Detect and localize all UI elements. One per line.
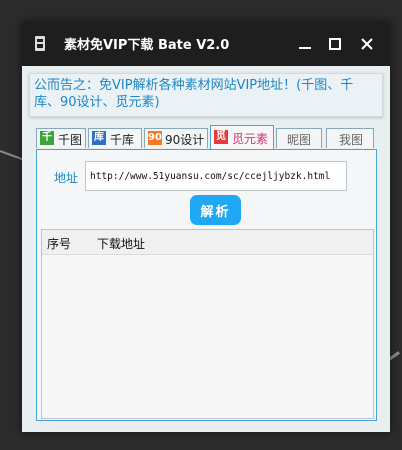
tab-label: 千图 — [58, 133, 83, 147]
tab-label: 千库 — [110, 133, 135, 147]
tab-qiantu[interactable]: 千 千图 — [36, 128, 86, 148]
tab-wotu[interactable]: 我图 — [326, 128, 374, 148]
list-header: 序号 下载地址 — [42, 230, 373, 255]
maximize-icon — [329, 38, 341, 50]
tab-90sheji[interactable]: 90 90设计 — [144, 128, 208, 148]
address-label: 地址 — [54, 171, 79, 185]
90sheji-icon: 90 — [148, 131, 162, 145]
notice-banner: 公而告之：免VIP解析各种素材网站VIP地址！(千图、千库、90设计、觅元素) — [29, 73, 383, 117]
close-icon — [361, 38, 373, 50]
column-header-index[interactable]: 序号 — [47, 235, 71, 252]
miyuansu-icon: 觅 — [214, 130, 228, 144]
app-icon — [35, 36, 45, 51]
address-input[interactable] — [85, 161, 347, 191]
parse-button[interactable]: 解析 — [190, 195, 241, 225]
qianku-icon: 库 — [92, 131, 106, 145]
tab-label: 90设计 — [165, 133, 205, 147]
tab-panel: 地址 解析 序号 下载地址 — [36, 149, 377, 421]
tab-nitu[interactable]: 昵图 — [276, 128, 322, 148]
tab-label: 我图 — [339, 133, 364, 147]
title-bar[interactable]: 素材免VIP下载 Bate V2.0 — [22, 22, 390, 66]
tab-label: 昵图 — [287, 133, 312, 147]
minimize-icon — [299, 47, 311, 49]
download-list[interactable]: 序号 下载地址 — [41, 229, 374, 419]
column-header-url[interactable]: 下载地址 — [97, 235, 145, 252]
window-title: 素材免VIP下载 Bate V2.0 — [64, 38, 230, 53]
tab-label: 觅元素 — [232, 132, 269, 146]
maximize-button[interactable] — [320, 30, 350, 58]
tab-miyuansu[interactable]: 觅 觅元素 — [210, 125, 274, 149]
app-window: 素材免VIP下载 Bate V2.0 公而告之：免VIP解析各种素材网站VIP地… — [22, 22, 390, 432]
close-button[interactable] — [352, 30, 382, 58]
minimize-button[interactable] — [290, 30, 320, 58]
qiantu-icon: 千 — [40, 131, 54, 145]
tab-qianku[interactable]: 库 千库 — [88, 128, 142, 148]
